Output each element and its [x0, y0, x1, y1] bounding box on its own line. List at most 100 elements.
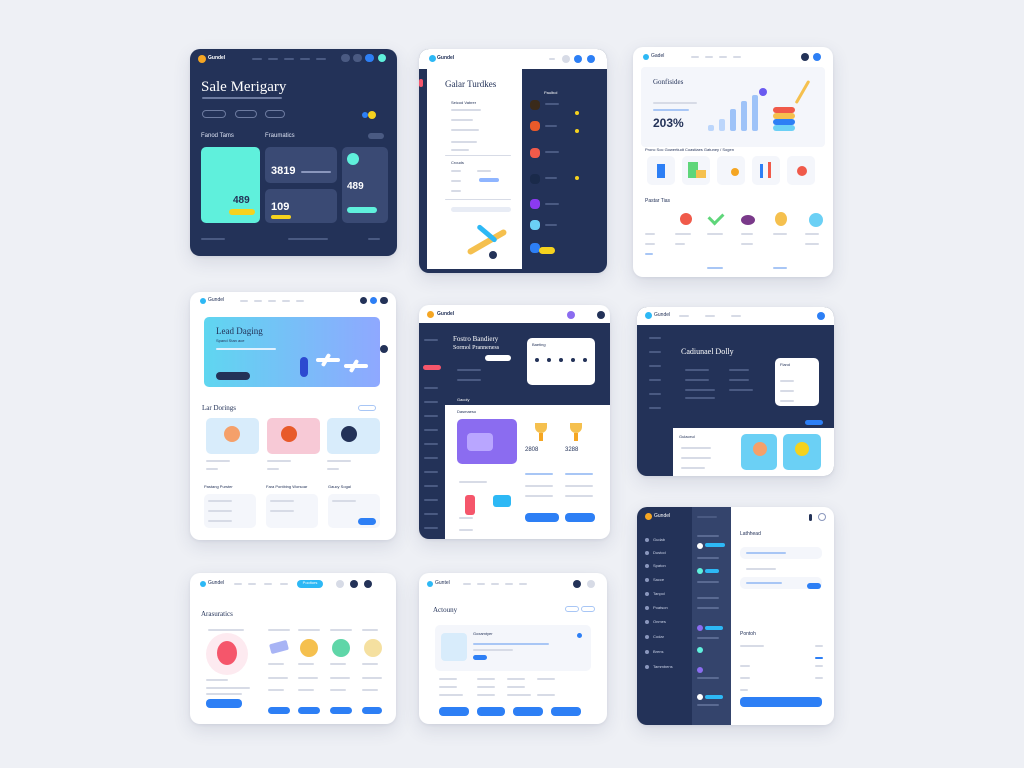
tile[interactable]	[717, 156, 745, 185]
nav-item[interactable]	[719, 56, 727, 58]
booking-panel[interactable]: Baeting	[527, 338, 595, 385]
calendar-icon[interactable]	[818, 513, 826, 521]
chat-icon[interactable]	[365, 54, 374, 62]
bell-icon[interactable]	[353, 54, 362, 62]
sidebar-item[interactable]	[424, 415, 438, 417]
search-icon[interactable]	[573, 580, 581, 588]
bell-icon[interactable]	[562, 55, 570, 63]
form-row[interactable]	[740, 547, 822, 559]
save-button[interactable]	[740, 697, 822, 707]
notification-icon[interactable]	[809, 514, 812, 521]
tile[interactable]	[787, 156, 815, 185]
list-item[interactable]	[451, 180, 461, 182]
sidebar-item[interactable]: Sacce	[653, 577, 664, 582]
column-button[interactable]	[362, 707, 382, 714]
sidebar-item[interactable]	[424, 401, 438, 403]
sidebar-item[interactable]	[424, 443, 438, 445]
product-icon[interactable]	[741, 215, 755, 225]
sidebar-item[interactable]	[424, 471, 438, 473]
info-panel[interactable]: Fland	[775, 358, 819, 406]
sub-nav-item[interactable]	[697, 677, 719, 679]
menu-icon[interactable]	[587, 580, 595, 588]
nav-item[interactable]	[254, 300, 262, 302]
profile-card[interactable]	[206, 633, 248, 675]
setting-row[interactable]	[740, 645, 764, 647]
list-item[interactable]	[451, 141, 477, 143]
form-row[interactable]	[740, 563, 822, 575]
thumbnail[interactable]	[530, 100, 540, 110]
metric-card[interactable]: 3819	[265, 147, 337, 183]
featured-panel[interactable]: Goxamtyer	[435, 625, 591, 671]
calendar-dot[interactable]	[547, 358, 551, 362]
sidebar-item[interactable]	[424, 499, 438, 501]
tile[interactable]	[647, 156, 675, 185]
sidebar-item[interactable]: Tammbens	[653, 664, 673, 669]
setting-row[interactable]	[740, 689, 748, 691]
setting-row[interactable]	[740, 677, 750, 679]
sidebar-item[interactable]	[424, 527, 438, 529]
nav-item[interactable]	[691, 56, 699, 58]
list-row[interactable]	[681, 457, 711, 459]
menu-icon[interactable]	[597, 311, 605, 319]
filter-tag[interactable]	[565, 606, 579, 612]
tile[interactable]	[682, 156, 710, 185]
product-icon[interactable]	[775, 212, 787, 226]
sidebar-item[interactable]	[649, 351, 661, 353]
thumbnail[interactable]	[530, 174, 540, 184]
action-button[interactable]	[539, 247, 555, 254]
thumbnail[interactable]	[530, 199, 540, 209]
list-item[interactable]	[451, 109, 481, 111]
metric-card-teal[interactable]: 489	[201, 147, 260, 223]
column-button[interactable]	[330, 707, 352, 714]
list-row[interactable]	[681, 447, 711, 449]
nav-item[interactable]	[248, 583, 256, 585]
nav-item[interactable]	[264, 583, 272, 585]
toggle-icon[interactable]	[362, 112, 368, 118]
team-avatar[interactable]	[332, 639, 350, 657]
nav-item[interactable]	[477, 583, 485, 585]
nav-item[interactable]	[252, 58, 262, 60]
promo-card[interactable]	[457, 419, 517, 464]
row-button[interactable]	[551, 707, 581, 716]
thumbnail[interactable]	[530, 121, 540, 131]
team-avatar[interactable]	[364, 639, 382, 657]
avatar[interactable]	[370, 297, 377, 304]
list-row[interactable]	[681, 467, 705, 469]
list-item[interactable]	[565, 495, 593, 497]
sub-nav-item[interactable]	[697, 516, 717, 518]
toggle-icon[interactable]	[368, 111, 376, 119]
sidebar-item[interactable]: Tanpol	[653, 591, 665, 596]
star-icon[interactable]	[575, 111, 579, 115]
sidebar-item[interactable]	[649, 407, 661, 409]
list-item[interactable]	[270, 500, 294, 502]
sidebar-item[interactable]	[649, 337, 661, 339]
list-item[interactable]	[208, 520, 232, 522]
search-icon[interactable]	[336, 580, 344, 588]
info-icon[interactable]	[577, 633, 582, 638]
course-card[interactable]	[206, 418, 259, 454]
course-card[interactable]	[267, 418, 320, 454]
toggle-button[interactable]	[368, 133, 384, 139]
column-button[interactable]	[268, 707, 290, 714]
course-card[interactable]	[327, 418, 380, 454]
nav-item[interactable]	[491, 583, 499, 585]
sidebar-item[interactable]: Gudab	[653, 537, 665, 542]
avatar[interactable]	[817, 312, 825, 320]
message-icon[interactable]	[380, 345, 388, 353]
nav-item[interactable]	[705, 315, 715, 317]
nav-item[interactable]	[316, 58, 326, 60]
see-all-button[interactable]	[358, 405, 376, 411]
nav-item[interactable]	[505, 583, 513, 585]
nav-item[interactable]	[705, 56, 713, 58]
list-item[interactable]	[451, 190, 461, 192]
avatar[interactable]	[801, 53, 809, 61]
list-item[interactable]	[270, 510, 294, 512]
sidebar-item[interactable]	[424, 339, 438, 341]
list-item[interactable]	[565, 485, 593, 487]
list-button[interactable]	[358, 518, 376, 525]
nav-item[interactable]	[268, 300, 276, 302]
contact-avatar[interactable]	[697, 568, 703, 574]
list-item[interactable]	[451, 119, 473, 121]
team-avatar[interactable]	[300, 639, 318, 657]
sub-nav-item[interactable]	[697, 704, 719, 706]
